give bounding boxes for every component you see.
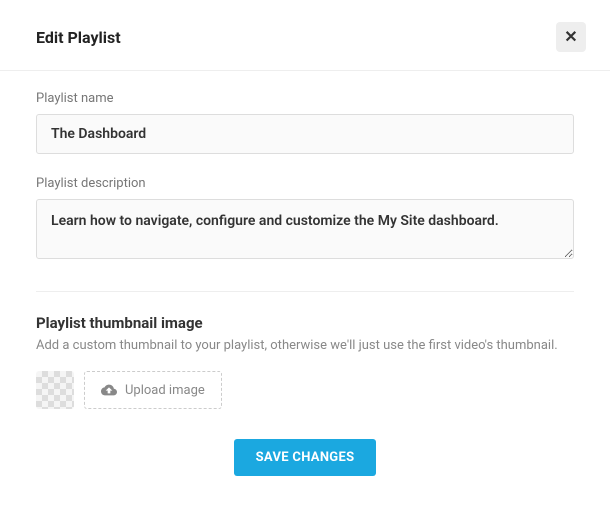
thumbnail-row: Upload image	[36, 371, 574, 409]
playlist-name-group: Playlist name	[36, 91, 574, 154]
close-button[interactable]: ✕	[556, 22, 586, 52]
playlist-name-input[interactable]	[36, 114, 574, 154]
thumbnail-title: Playlist thumbnail image	[36, 314, 574, 332]
thumbnail-section: Playlist thumbnail image Add a custom th…	[36, 314, 574, 409]
modal-header: Edit Playlist ✕	[0, 0, 610, 71]
playlist-description-input[interactable]: Learn how to navigate, configure and cus…	[36, 199, 574, 259]
edit-playlist-modal: Edit Playlist ✕ Playlist name Playlist d…	[0, 0, 610, 505]
playlist-description-group: Playlist description Learn how to naviga…	[36, 176, 574, 263]
upload-image-label: Upload image	[125, 383, 205, 398]
modal-title: Edit Playlist	[36, 28, 121, 47]
cloud-upload-icon	[101, 384, 117, 396]
close-icon: ✕	[564, 27, 577, 47]
thumbnail-preview[interactable]	[36, 371, 74, 409]
modal-footer: SAVE CHANGES	[36, 439, 574, 476]
save-changes-button[interactable]: SAVE CHANGES	[234, 439, 377, 476]
modal-body: Playlist name Playlist description Learn…	[0, 71, 610, 476]
thumbnail-subtitle: Add a custom thumbnail to your playlist,…	[36, 338, 574, 353]
playlist-name-label: Playlist name	[36, 91, 574, 106]
divider	[36, 291, 574, 292]
playlist-description-label: Playlist description	[36, 176, 574, 191]
upload-image-button[interactable]: Upload image	[84, 371, 222, 409]
